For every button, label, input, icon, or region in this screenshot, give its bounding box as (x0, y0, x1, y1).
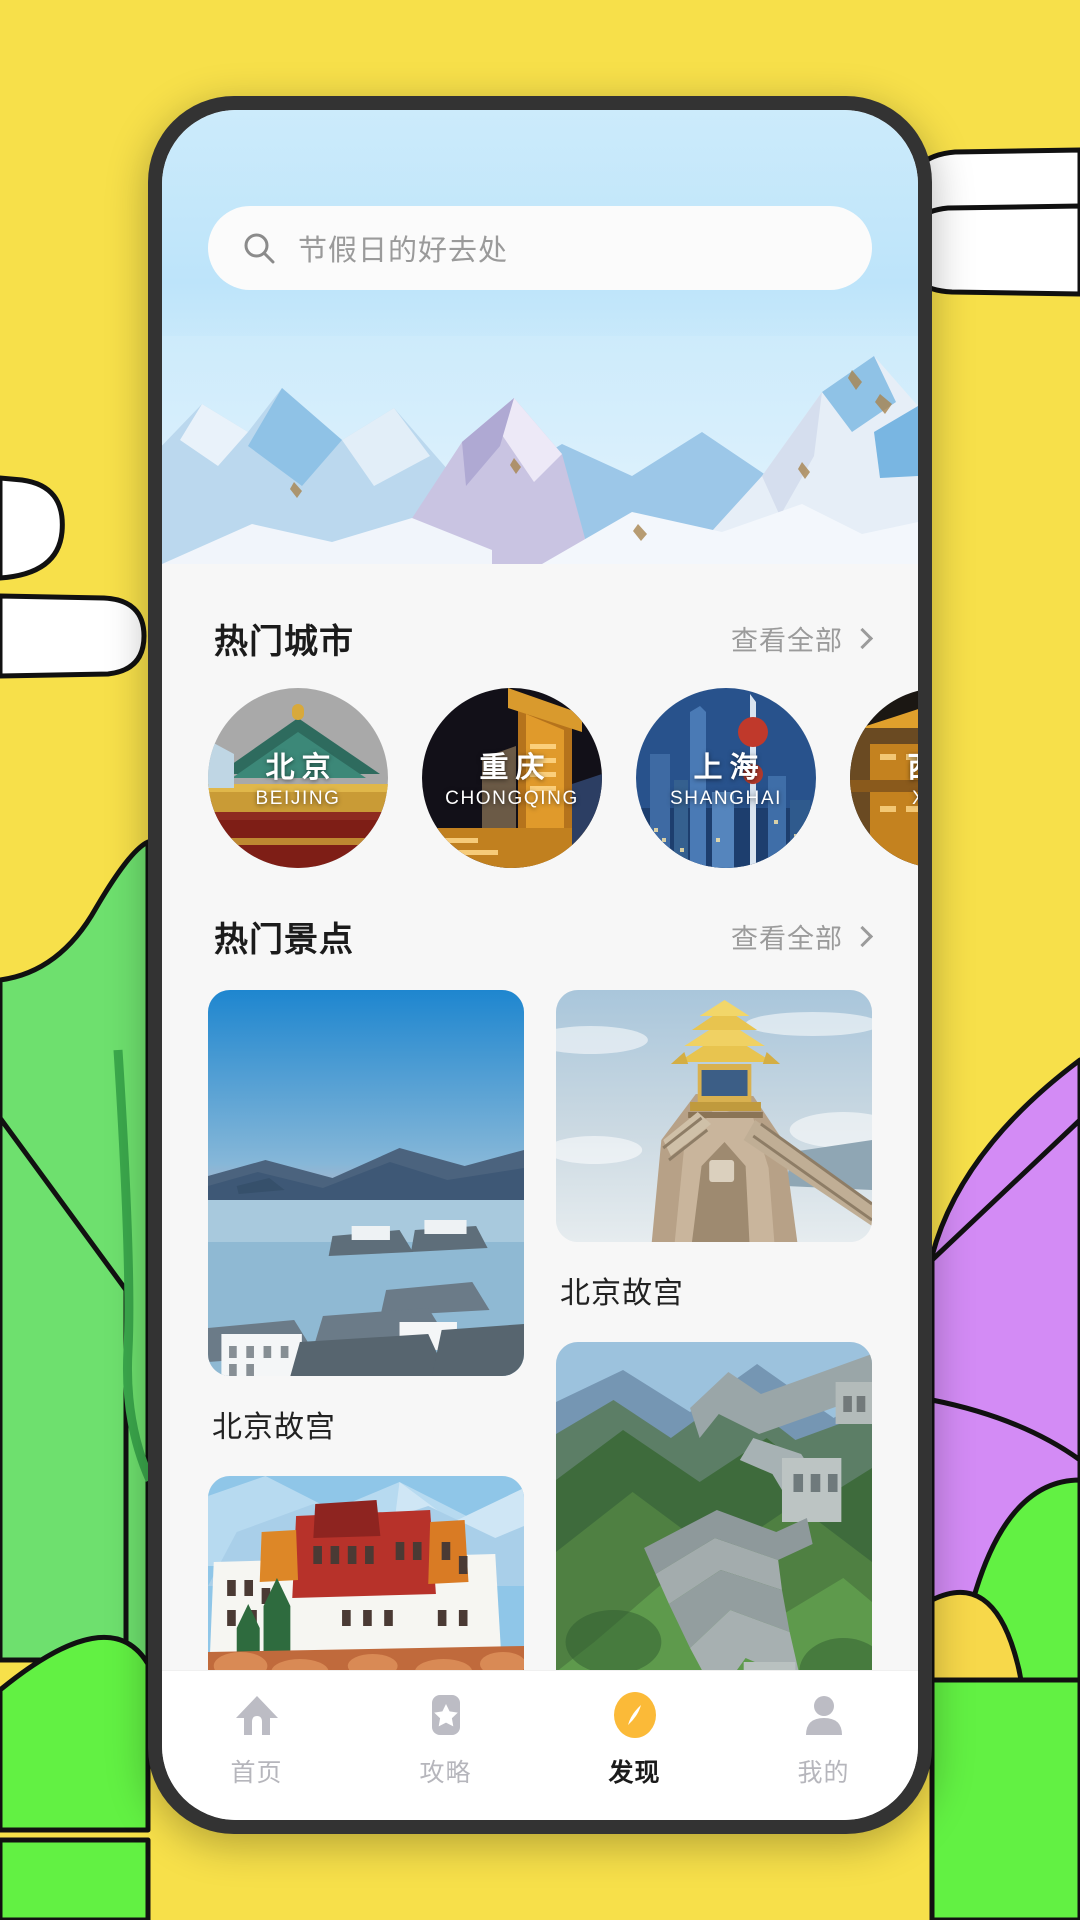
section-header-hot-spots: 热门景点 查看全部 (162, 900, 918, 972)
city-carousel[interactable]: 北京 BEIJING 重庆 CHONGQING 上海 SHANGHAI (162, 674, 918, 868)
spot-title: 北京故宫 (560, 1277, 684, 1310)
chevron-right-icon (851, 925, 874, 947)
spot-image-potala (208, 1476, 524, 1670)
city-item-chongqing[interactable]: 重庆 CHONGQING (422, 688, 602, 868)
snow-mountain-banner (162, 336, 918, 564)
spot-card[interactable] (208, 1476, 524, 1670)
spot-image-lake-town (208, 990, 524, 1376)
section-title: 热门景点 (206, 912, 364, 963)
phone-screen: 9:41 节假日的好去处 (162, 110, 918, 1820)
city-name-cn: 西安 (850, 744, 918, 786)
section-title: 热门城市 (206, 614, 364, 665)
tab-label: 我的 (797, 1759, 850, 1787)
view-all-label: 查看全部 (731, 625, 843, 656)
tab-guides[interactable]: 攻略 (351, 1689, 540, 1789)
cloud-shape-right-2 (903, 203, 1080, 297)
search-input[interactable]: 节假日的好去处 (298, 227, 508, 269)
city-item-shanghai[interactable]: 上海 SHANGHAI (636, 688, 816, 868)
tab-label: 首页 (230, 1759, 283, 1787)
star-bookmark-icon (420, 1689, 472, 1741)
view-all-spots-button[interactable]: 查看全部 (731, 917, 874, 956)
chevron-right-icon (851, 627, 874, 649)
spots-column-left: 北京故宫 (208, 990, 524, 1670)
city-item-beijing[interactable]: 北京 BEIJING (208, 688, 388, 868)
spots-masonry: 北京故宫 北京故宫 (162, 972, 918, 1670)
home-icon (231, 1689, 283, 1741)
compass-icon (609, 1689, 661, 1741)
spot-image-great-wall (556, 1342, 872, 1670)
spot-image-golden-temple (556, 990, 872, 1242)
city-name-cn: 北京 (265, 752, 338, 784)
city-name-en: CHONGQING (445, 788, 579, 809)
spot-card[interactable] (556, 1342, 872, 1670)
tab-discover[interactable]: 发现 (540, 1689, 729, 1789)
city-name-cn: 重庆 (479, 752, 552, 784)
main-content: 热门城市 查看全部 北京 BEIJING 重庆 CHONGQING 上海 SHA… (162, 564, 918, 1670)
tab-home[interactable]: 首页 (162, 1689, 351, 1789)
spot-card[interactable]: 北京故宫 (208, 990, 524, 1468)
app-header: 节假日的好去处 (162, 110, 918, 564)
spot-title: 北京故宫 (212, 1411, 336, 1444)
city-name-en: BEIJING (255, 788, 341, 809)
city-name-en: XI'AN (850, 788, 918, 810)
search-bar[interactable]: 节假日的好去处 (208, 206, 872, 290)
person-icon (798, 1689, 850, 1741)
tab-label: 攻略 (419, 1759, 472, 1787)
search-icon (244, 233, 275, 264)
tab-profile[interactable]: 我的 (729, 1689, 918, 1789)
city-item-xian[interactable]: 西安 XI'AN (850, 688, 918, 868)
spots-column-right: 北京故宫 (556, 990, 872, 1670)
spot-card[interactable]: 北京故宫 (556, 990, 872, 1334)
section-header-hot-cities: 热门城市 查看全部 (162, 602, 918, 674)
city-name-cn: 上海 (693, 752, 766, 784)
foliage-left (0, 839, 155, 1920)
phone-mockup: 9:41 节假日的好去处 (148, 96, 932, 1834)
view-all-label: 查看全部 (731, 923, 843, 954)
bottom-tab-bar: 首页 攻略 发现 我的 (162, 1670, 918, 1820)
city-name-en: SHANGHAI (669, 788, 783, 809)
view-all-cities-button[interactable]: 查看全部 (731, 619, 874, 658)
tab-label: 发现 (608, 1759, 661, 1787)
